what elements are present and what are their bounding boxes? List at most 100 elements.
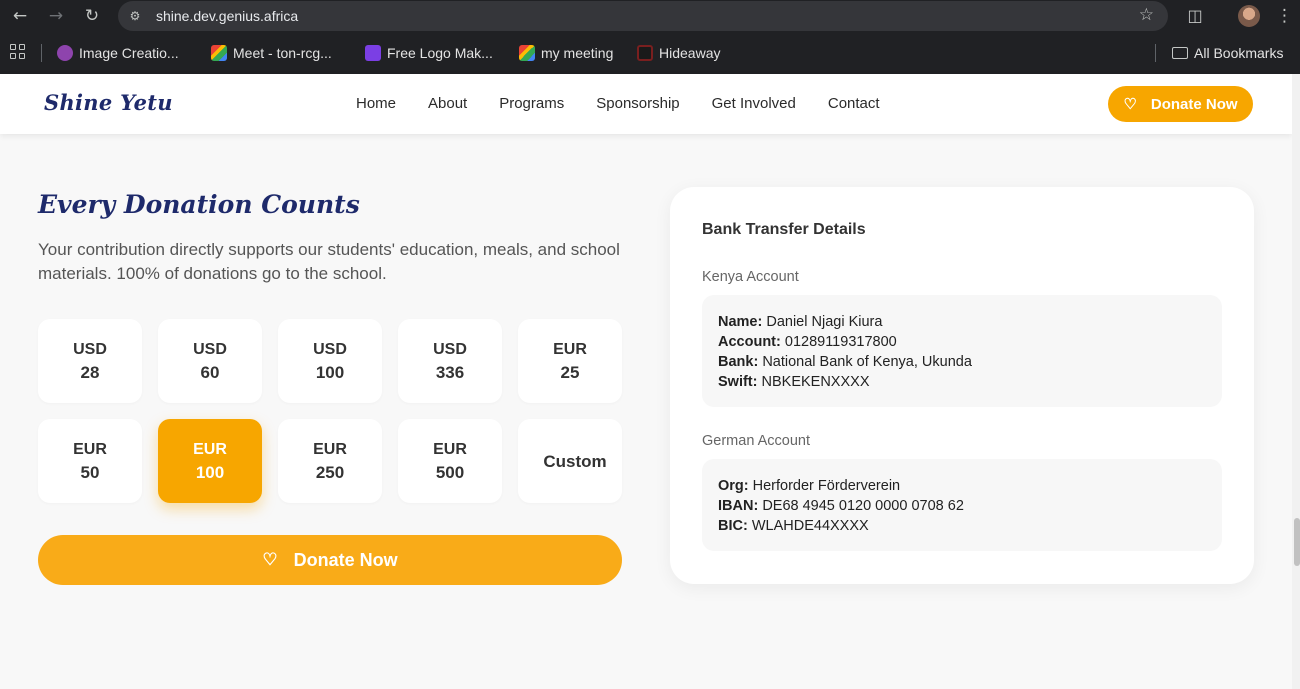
- amount-currency: EUR: [73, 441, 107, 458]
- amount-usd-28[interactable]: USD 28: [38, 319, 142, 403]
- donation-description: Your contribution directly supports our …: [38, 240, 620, 283]
- bookmark-star-icon[interactable]: ☆: [1139, 5, 1154, 25]
- kenya-bank-value: National Bank of Kenya, Ukunda: [762, 354, 972, 370]
- amount-eur-25[interactable]: EUR 25: [518, 319, 622, 403]
- extensions-icon[interactable]: ◫: [1184, 5, 1206, 27]
- profile-avatar[interactable]: [1238, 5, 1260, 27]
- amount-currency: USD: [193, 341, 227, 358]
- german-iban-row: IBAN: DE68 4945 0120 0000 0708 62: [718, 496, 1206, 516]
- amount-eur-500[interactable]: EUR 500: [398, 419, 502, 503]
- menu-kebab-icon[interactable]: ⋮: [1276, 4, 1293, 28]
- nav-programs[interactable]: Programs: [499, 95, 564, 112]
- field-label: Name:: [718, 314, 763, 330]
- german-org-row: Org: Herforder Förderverein: [718, 476, 1206, 496]
- amount-value: 250: [315, 463, 345, 482]
- donation-heading: Every Donation Counts: [38, 190, 360, 219]
- amount-value: 100: [195, 463, 225, 482]
- bookmark-meet[interactable]: Meet - ton-rcg...: [211, 43, 332, 63]
- kenya-swift-row: Swift: NBKEKENXXXX: [718, 372, 1206, 392]
- amount-eur-250[interactable]: EUR 250: [278, 419, 382, 503]
- amount-usd-60[interactable]: USD 60: [158, 319, 262, 403]
- amount-eur-50[interactable]: EUR 50: [38, 419, 142, 503]
- apps-grid-icon[interactable]: [10, 44, 27, 61]
- kenya-swift-value: NBKEKENXXXX: [761, 374, 870, 390]
- folder-icon: [1172, 47, 1188, 59]
- field-label: Org:: [718, 478, 749, 494]
- amount-value: 50: [80, 463, 100, 482]
- german-account-box: Org: Herforder Förderverein IBAN: DE68 4…: [702, 459, 1222, 551]
- site-logo[interactable]: Shine Yetu: [44, 90, 173, 115]
- hideaway-favicon-icon: [637, 45, 653, 61]
- bookmark-label: my meeting: [541, 45, 614, 61]
- nav-home[interactable]: Home: [356, 95, 396, 112]
- nav-contact[interactable]: Contact: [828, 95, 880, 112]
- kenya-account-box: Name: Daniel Njagi Kiura Account: 012891…: [702, 295, 1222, 407]
- bookmark-hideaway[interactable]: Hideaway: [637, 43, 720, 63]
- bookmark-label: Meet - ton-rcg...: [233, 45, 332, 61]
- amount-usd-336[interactable]: USD 336: [398, 319, 502, 403]
- bookmark-label: Hideaway: [659, 45, 721, 61]
- bank-card-title: Bank Transfer Details: [702, 221, 866, 238]
- amount-currency: USD: [313, 341, 347, 358]
- amount-value: 336: [435, 363, 465, 382]
- amount-custom[interactable]: Custom: [518, 419, 622, 503]
- amount-currency: EUR: [553, 341, 587, 358]
- field-label: IBAN:: [718, 498, 759, 514]
- all-bookmarks-button[interactable]: All Bookmarks: [1172, 43, 1283, 63]
- header-donate-label: Donate Now: [1150, 95, 1238, 113]
- kenya-account-label: Kenya Account: [702, 269, 799, 285]
- heart-icon: ♡: [1123, 96, 1137, 113]
- browser-toolbar: ← → ↻ ⚙ shine.dev.genius.africa ☆ ◫ ⋮: [0, 0, 1300, 33]
- amount-currency: EUR: [433, 441, 467, 458]
- amount-custom-label: Custom: [543, 451, 607, 471]
- site-info-icon[interactable]: ⚙: [126, 7, 144, 25]
- back-icon[interactable]: ←: [8, 4, 32, 28]
- nav-get-involved[interactable]: Get Involved: [712, 95, 796, 112]
- kenya-name-row: Name: Daniel Njagi Kiura: [718, 312, 1206, 332]
- page-scrollbar[interactable]: [1292, 74, 1300, 689]
- amount-currency: USD: [433, 341, 467, 358]
- bookmark-separator: [1155, 44, 1156, 62]
- field-label: Bank:: [718, 354, 759, 370]
- logo-maker-favicon-icon: [365, 45, 381, 61]
- kenya-account-value: 01289119317800: [784, 334, 897, 350]
- site-header: Shine Yetu Home About Programs Sponsorsh…: [0, 74, 1292, 134]
- address-bar[interactable]: ⚙ shine.dev.genius.africa ☆: [118, 1, 1168, 31]
- amount-value: 100: [315, 363, 345, 382]
- german-account-label: German Account: [702, 433, 810, 449]
- bookmark-image-creation[interactable]: Image Creatio...: [57, 43, 179, 63]
- bookmark-my-meeting[interactable]: my meeting: [519, 43, 613, 63]
- german-iban-value: DE68 4945 0120 0000 0708 62: [762, 498, 964, 514]
- url-text[interactable]: shine.dev.genius.africa: [156, 8, 298, 24]
- field-label: Swift:: [718, 374, 758, 390]
- bookmark-free-logo[interactable]: Free Logo Mak...: [365, 43, 493, 63]
- german-org-value: Herforder Förderverein: [752, 478, 901, 494]
- bookmark-favicon-icon: [57, 45, 73, 61]
- bookmark-label: Free Logo Mak...: [387, 45, 493, 61]
- donate-now-button[interactable]: ♡ Donate Now: [38, 535, 622, 585]
- amount-currency: EUR: [193, 441, 227, 458]
- nav-sponsorship[interactable]: Sponsorship: [596, 95, 679, 112]
- bookmark-label: Image Creatio...: [79, 45, 179, 61]
- amount-eur-100-selected[interactable]: EUR 100: [158, 419, 262, 503]
- header-donate-button[interactable]: ♡ Donate Now: [1108, 86, 1253, 122]
- amount-value: 25: [560, 363, 580, 382]
- amount-usd-100[interactable]: USD 100: [278, 319, 382, 403]
- meet-favicon-icon: [519, 45, 535, 61]
- bookmark-separator: [41, 44, 42, 62]
- german-bic-value: WLAHDE44XXXX: [751, 518, 869, 534]
- main-nav: Home About Programs Sponsorship Get Invo…: [356, 95, 880, 112]
- kenya-bank-row: Bank: National Bank of Kenya, Ukunda: [718, 352, 1206, 372]
- reload-icon[interactable]: ↻: [80, 4, 104, 28]
- forward-icon[interactable]: →: [44, 4, 68, 28]
- amount-value: 28: [80, 363, 100, 382]
- field-label: Account:: [718, 334, 781, 350]
- bank-details-card: Bank Transfer Details Kenya Account Name…: [670, 187, 1254, 584]
- amount-currency: EUR: [313, 441, 347, 458]
- all-bookmarks-label: All Bookmarks: [1194, 45, 1284, 61]
- german-bic-row: BIC: WLAHDE44XXXX: [718, 516, 1206, 536]
- amount-value: 500: [435, 463, 465, 482]
- nav-about[interactable]: About: [428, 95, 467, 112]
- scrollbar-thumb[interactable]: [1294, 518, 1300, 566]
- field-label: BIC:: [718, 518, 748, 534]
